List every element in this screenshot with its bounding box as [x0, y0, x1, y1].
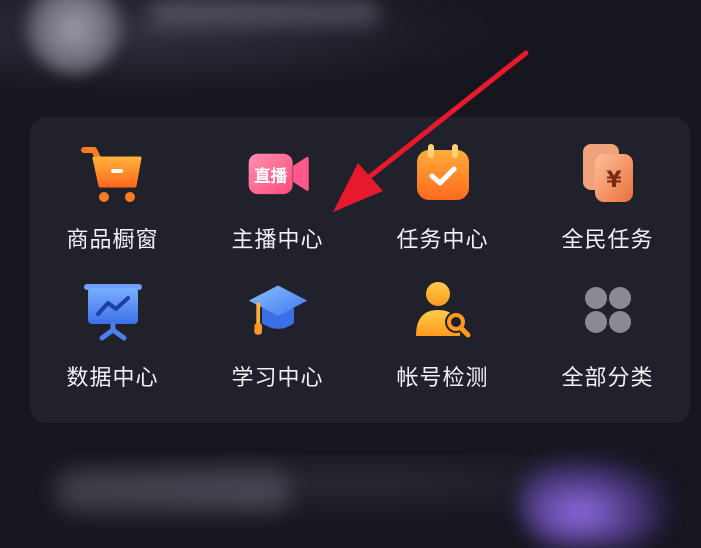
menu-item-learning-center[interactable]: 学习中心 — [195, 278, 360, 416]
menu-item-label: 学习中心 — [231, 366, 324, 391]
shopping-cart-icon — [80, 140, 146, 206]
menu-item-public-tasks[interactable]: ¥ 全民任务 — [525, 140, 690, 278]
menu-item-label: 全部分类 — [561, 366, 654, 391]
yuan-symbol: ¥ — [606, 168, 622, 193]
menu-item-task-center[interactable]: 任务中心 — [360, 140, 525, 278]
menu-item-label: 任务中心 — [396, 228, 489, 253]
menu-item-product-showcase[interactable]: 商品橱窗 — [30, 140, 195, 278]
graduation-cap-icon — [245, 278, 311, 344]
calendar-check-icon — [410, 140, 476, 206]
bottom-badge-blurred — [520, 458, 670, 548]
tools-grid: 商品橱窗 直播 主播中心 任务中心 ¥ 全民任务 数据中心 学习中心 帐号检测 … — [30, 140, 690, 416]
menu-item-data-center[interactable]: 数据中心 — [30, 278, 195, 416]
menu-item-account-check[interactable]: 帐号检测 — [360, 278, 525, 416]
user-search-icon — [410, 278, 476, 344]
grid-dots-icon — [575, 278, 641, 344]
menu-item-all-categories[interactable]: 全部分类 — [525, 278, 690, 416]
menu-item-label: 主播中心 — [231, 228, 324, 253]
menu-item-streamer-center[interactable]: 直播 主播中心 — [195, 140, 360, 278]
chart-board-icon — [80, 278, 146, 344]
menu-item-label: 全民任务 — [561, 228, 654, 253]
live-badge: 直播 — [254, 165, 287, 185]
menu-item-label: 数据中心 — [66, 366, 159, 391]
live-camera-icon: 直播 — [245, 140, 311, 206]
bottom-text-blurred — [55, 470, 290, 512]
menu-item-label: 商品橱窗 — [66, 228, 159, 253]
yuan-cards-icon: ¥ — [575, 140, 641, 206]
username-blurred — [150, 0, 380, 26]
menu-item-label: 帐号检测 — [396, 366, 489, 391]
